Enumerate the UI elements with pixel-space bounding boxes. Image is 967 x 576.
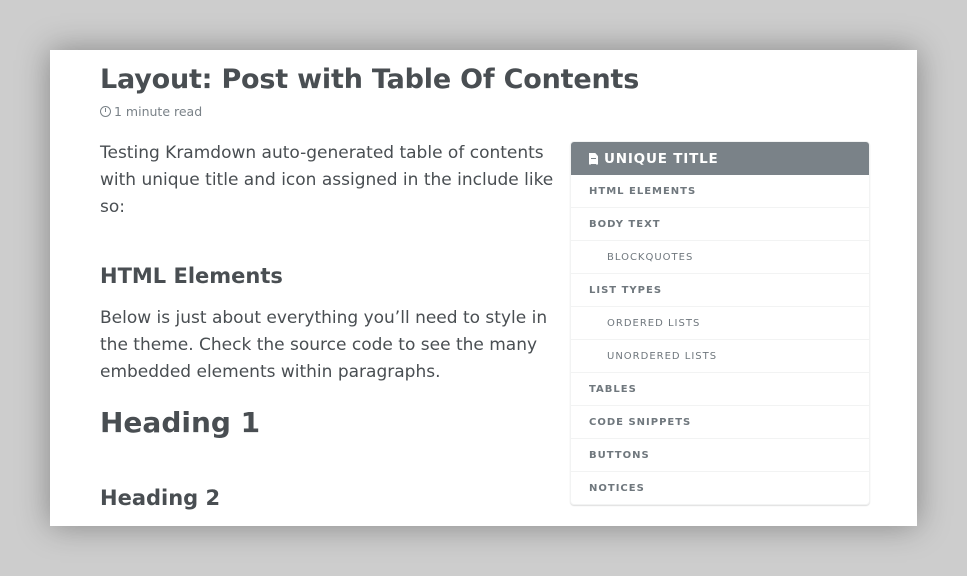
- toc-item-buttons[interactable]: Buttons: [571, 439, 869, 472]
- heading-1: Heading 1: [100, 406, 261, 439]
- section-heading: HTML Elements: [100, 264, 283, 288]
- toc-item-list-types[interactable]: List Types: [571, 274, 869, 307]
- file-text-icon: [589, 152, 598, 165]
- section-paragraph: Below is just about everything you’ll ne…: [100, 308, 548, 382]
- toc-item-tables[interactable]: Tables: [571, 373, 869, 406]
- toc-item-ordered-lists[interactable]: Ordered Lists: [571, 307, 869, 340]
- toc-item-body-text[interactable]: Body Text: [571, 208, 869, 241]
- page-card: Layout: Post with Table Of Contents 1 mi…: [50, 50, 917, 526]
- intro: Testing Kramdown auto-generated table of…: [100, 140, 555, 221]
- intro-paragraph: Testing Kramdown auto-generated table of…: [100, 143, 554, 217]
- table-of-contents: UNIQUE TITLE HTML Elements Body Text Blo…: [570, 141, 870, 505]
- read-time-text: 1 minute read: [114, 104, 203, 119]
- toc-item-blockquotes[interactable]: Blockquotes: [571, 241, 869, 274]
- toc-item-html-elements[interactable]: HTML Elements: [571, 175, 869, 208]
- page-title: Layout: Post with Table Of Contents: [100, 64, 640, 95]
- toc-title: UNIQUE TITLE: [604, 150, 719, 167]
- read-time: 1 minute read: [100, 104, 202, 119]
- clock-icon: [100, 106, 111, 117]
- toc-item-notices[interactable]: Notices: [571, 472, 869, 504]
- toc-item-unordered-lists[interactable]: Unordered Lists: [571, 340, 869, 373]
- toc-header: UNIQUE TITLE: [571, 142, 869, 175]
- heading-2: Heading 2: [100, 486, 221, 510]
- toc-item-code-snippets[interactable]: Code Snippets: [571, 406, 869, 439]
